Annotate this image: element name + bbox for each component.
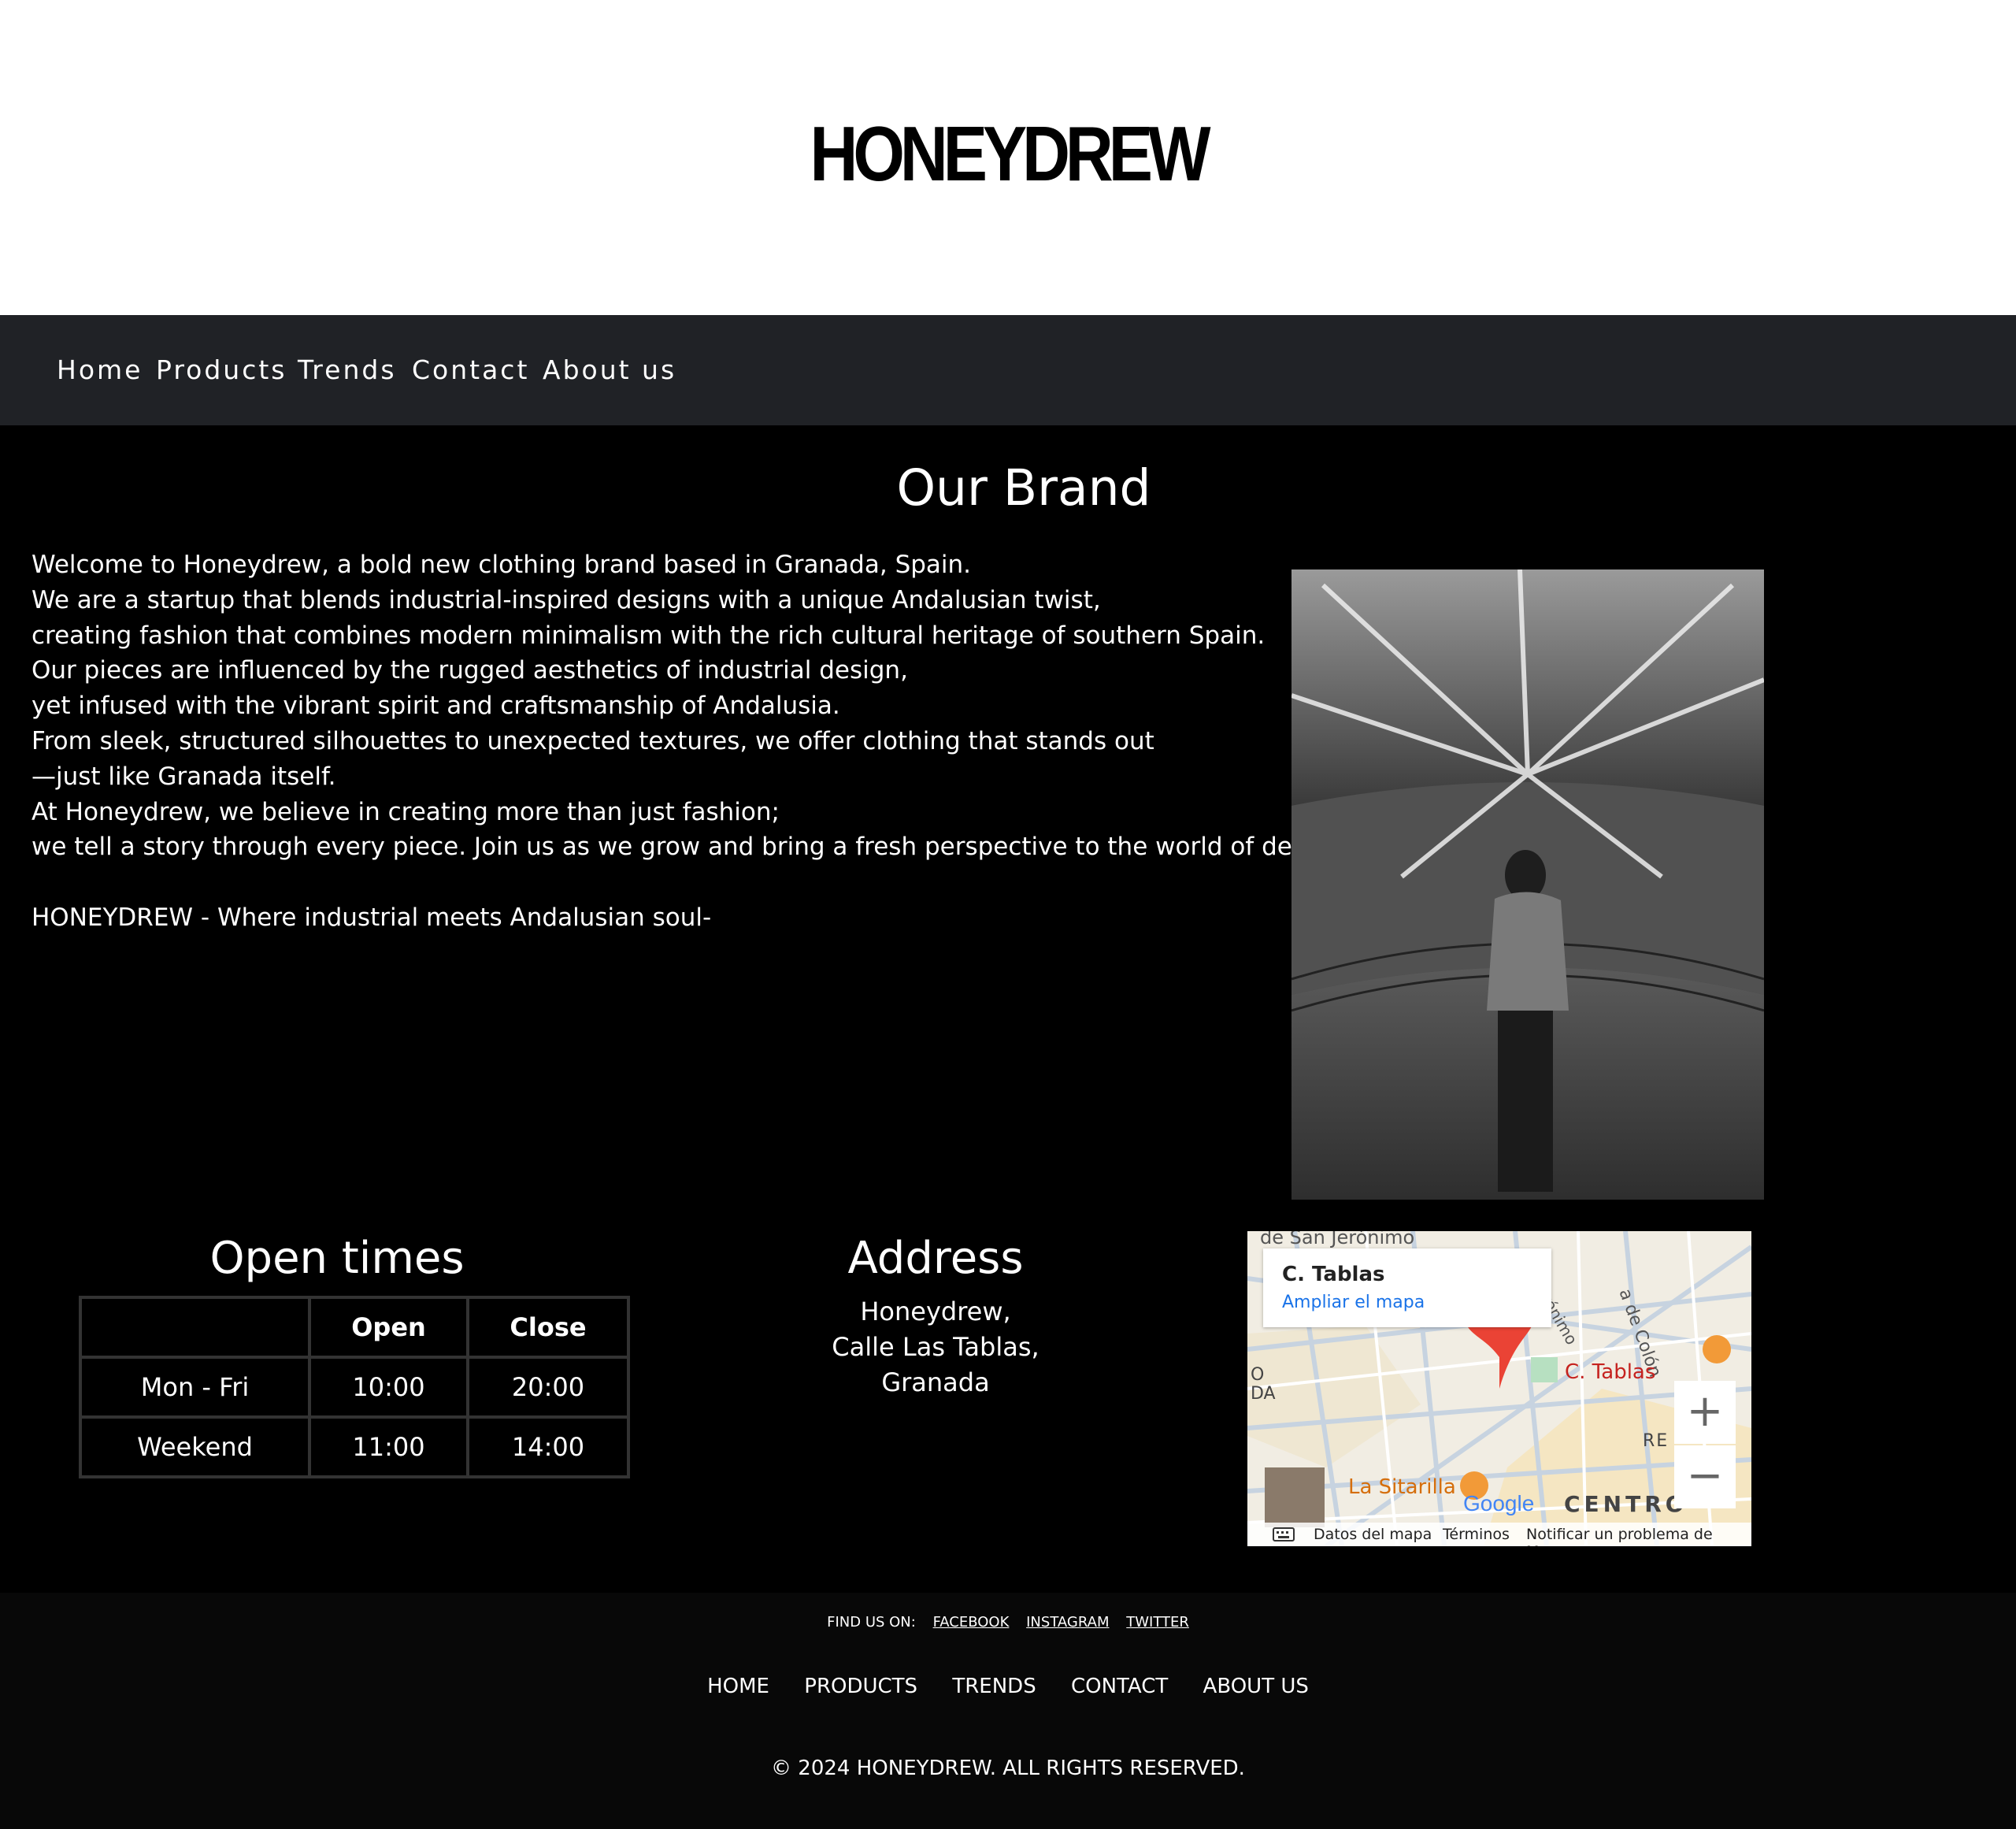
brand-title: Our Brand bbox=[896, 459, 1151, 517]
brand-paragraph-line: From sleek, structured silhouettes to un… bbox=[32, 726, 1154, 755]
nav-home[interactable]: Home bbox=[57, 348, 143, 392]
map-terms-link[interactable]: Términos bbox=[1443, 1526, 1510, 1543]
table-cell: Mon - Fri bbox=[79, 1356, 311, 1419]
open-times-title: Open times bbox=[209, 1233, 465, 1284]
find-us-label: FIND US ON: bbox=[827, 1614, 916, 1631]
table-header-cell bbox=[79, 1296, 311, 1359]
main-nav: Home Products Trends Contact About us bbox=[0, 315, 2016, 425]
table-cell: 20:00 bbox=[466, 1356, 630, 1419]
address-block: Honeydrew, Calle Las Tablas, Granada bbox=[788, 1294, 1084, 1401]
footer-nav-home[interactable]: HOME bbox=[707, 1675, 769, 1698]
footer-nav: HOME PRODUCTS TRENDS CONTACT ABOUT US bbox=[0, 1671, 2016, 1702]
map-info-card: C. Tablas Ampliar el mapa bbox=[1263, 1248, 1551, 1327]
map-area-label: CENTRO bbox=[1564, 1491, 1688, 1517]
table-cell: 10:00 bbox=[308, 1356, 469, 1419]
brand-paragraph-line: we tell a story through every piece. Joi… bbox=[32, 833, 1351, 862]
map-data-link[interactable]: Datos del mapa bbox=[1314, 1526, 1432, 1543]
keyboard-icon[interactable] bbox=[1273, 1527, 1295, 1545]
brand-tagline: HONEYDREW - Where industrial meets Andal… bbox=[32, 903, 712, 932]
nav-products[interactable]: Products bbox=[156, 348, 287, 392]
brand-description: Welcome to Honeydrew, a bold new clothin… bbox=[32, 547, 1351, 936]
twitter-link[interactable]: TWITTER bbox=[1126, 1614, 1189, 1631]
brand-paragraph-line: At Honeydrew, we believe in creating mor… bbox=[32, 797, 780, 826]
map-zoom-out-button[interactable]: − bbox=[1674, 1445, 1736, 1508]
address-line: Calle Las Tablas, bbox=[832, 1332, 1040, 1362]
brand-paragraph-line: yet infused with the vibrant spirit and … bbox=[32, 692, 840, 721]
table-header-cell: Close bbox=[466, 1296, 630, 1359]
address-line: Honeydrew, bbox=[860, 1297, 1011, 1326]
embedded-map[interactable]: de San Jerónimo a de Colón Jerónimo O DA… bbox=[1247, 1231, 1751, 1546]
map-enlarge-link[interactable]: Ampliar el mapa bbox=[1282, 1293, 1425, 1312]
table-header-cell: Open bbox=[308, 1296, 469, 1359]
table-header-row: Open Close bbox=[79, 1296, 630, 1359]
map-pin-label: C. Tablas bbox=[1565, 1360, 1656, 1384]
brand-paragraph-line: Welcome to Honeydrew, a bold new clothin… bbox=[32, 551, 972, 579]
table-cell: 11:00 bbox=[308, 1415, 469, 1478]
footer-nav-products[interactable]: PRODUCTS bbox=[804, 1675, 917, 1698]
address-title: Address bbox=[847, 1233, 1024, 1284]
map-attribution-bar: Datos del mapa Términos Notificar un pro… bbox=[1247, 1523, 1751, 1546]
address-line: Granada bbox=[881, 1367, 990, 1397]
map-area-label: RE bbox=[1643, 1431, 1670, 1451]
map-area-label: DA bbox=[1251, 1384, 1276, 1404]
map-area-label: O bbox=[1251, 1365, 1265, 1385]
footer-nav-contact[interactable]: CONTACT bbox=[1071, 1675, 1168, 1698]
nav-about-us[interactable]: About us bbox=[543, 348, 676, 392]
table-row: Mon - Fri 10:00 20:00 bbox=[79, 1356, 630, 1419]
map-street-label: de San Jerónimo bbox=[1260, 1231, 1415, 1248]
table-row: Weekend 11:00 14:00 bbox=[79, 1415, 630, 1478]
facebook-link[interactable]: FACEBOOK bbox=[933, 1614, 1010, 1631]
footer-nav-about-us[interactable]: ABOUT US bbox=[1203, 1675, 1309, 1698]
table-cell: 14:00 bbox=[466, 1415, 630, 1478]
map-poi-label[interactable]: La Sitarilla bbox=[1348, 1475, 1456, 1499]
brand-photo bbox=[1292, 569, 1764, 1200]
nav-contact[interactable]: Contact bbox=[412, 348, 529, 392]
map-card-title: C. Tablas bbox=[1282, 1263, 1385, 1286]
brand-paragraph-line: Our pieces are influenced by the rugged … bbox=[32, 656, 908, 685]
footer-nav-trends[interactable]: TRENDS bbox=[952, 1675, 1036, 1698]
table-cell: Weekend bbox=[79, 1415, 311, 1478]
nav-trends[interactable]: Trends bbox=[298, 348, 397, 392]
site-header: HONEYDREW bbox=[0, 0, 2016, 315]
opening-hours-table: Open Close Mon - Fri 10:00 20:00 Weekend… bbox=[79, 1296, 630, 1478]
map-zoom-in-button[interactable]: + bbox=[1674, 1381, 1736, 1444]
copyright: © 2024 HONEYDREW. ALL RIGHTS RESERVED. bbox=[771, 1757, 1245, 1780]
map-report-link[interactable]: Notificar un problema de Maps bbox=[1526, 1526, 1751, 1546]
google-logo: Google bbox=[1463, 1491, 1535, 1516]
site-logo[interactable]: HONEYDREW bbox=[141, 110, 1875, 197]
brand-paragraph-line: creating fashion that combines modern mi… bbox=[32, 621, 1266, 650]
instagram-link[interactable]: INSTAGRAM bbox=[1026, 1614, 1109, 1631]
brand-paragraph-line: We are a startup that blends industrial-… bbox=[32, 585, 1101, 614]
brand-paragraph-line: —just like Granada itself. bbox=[32, 762, 336, 791]
footer-social: FIND US ON: FACEBOOK INSTAGRAM TWITTER bbox=[0, 1611, 2016, 1634]
